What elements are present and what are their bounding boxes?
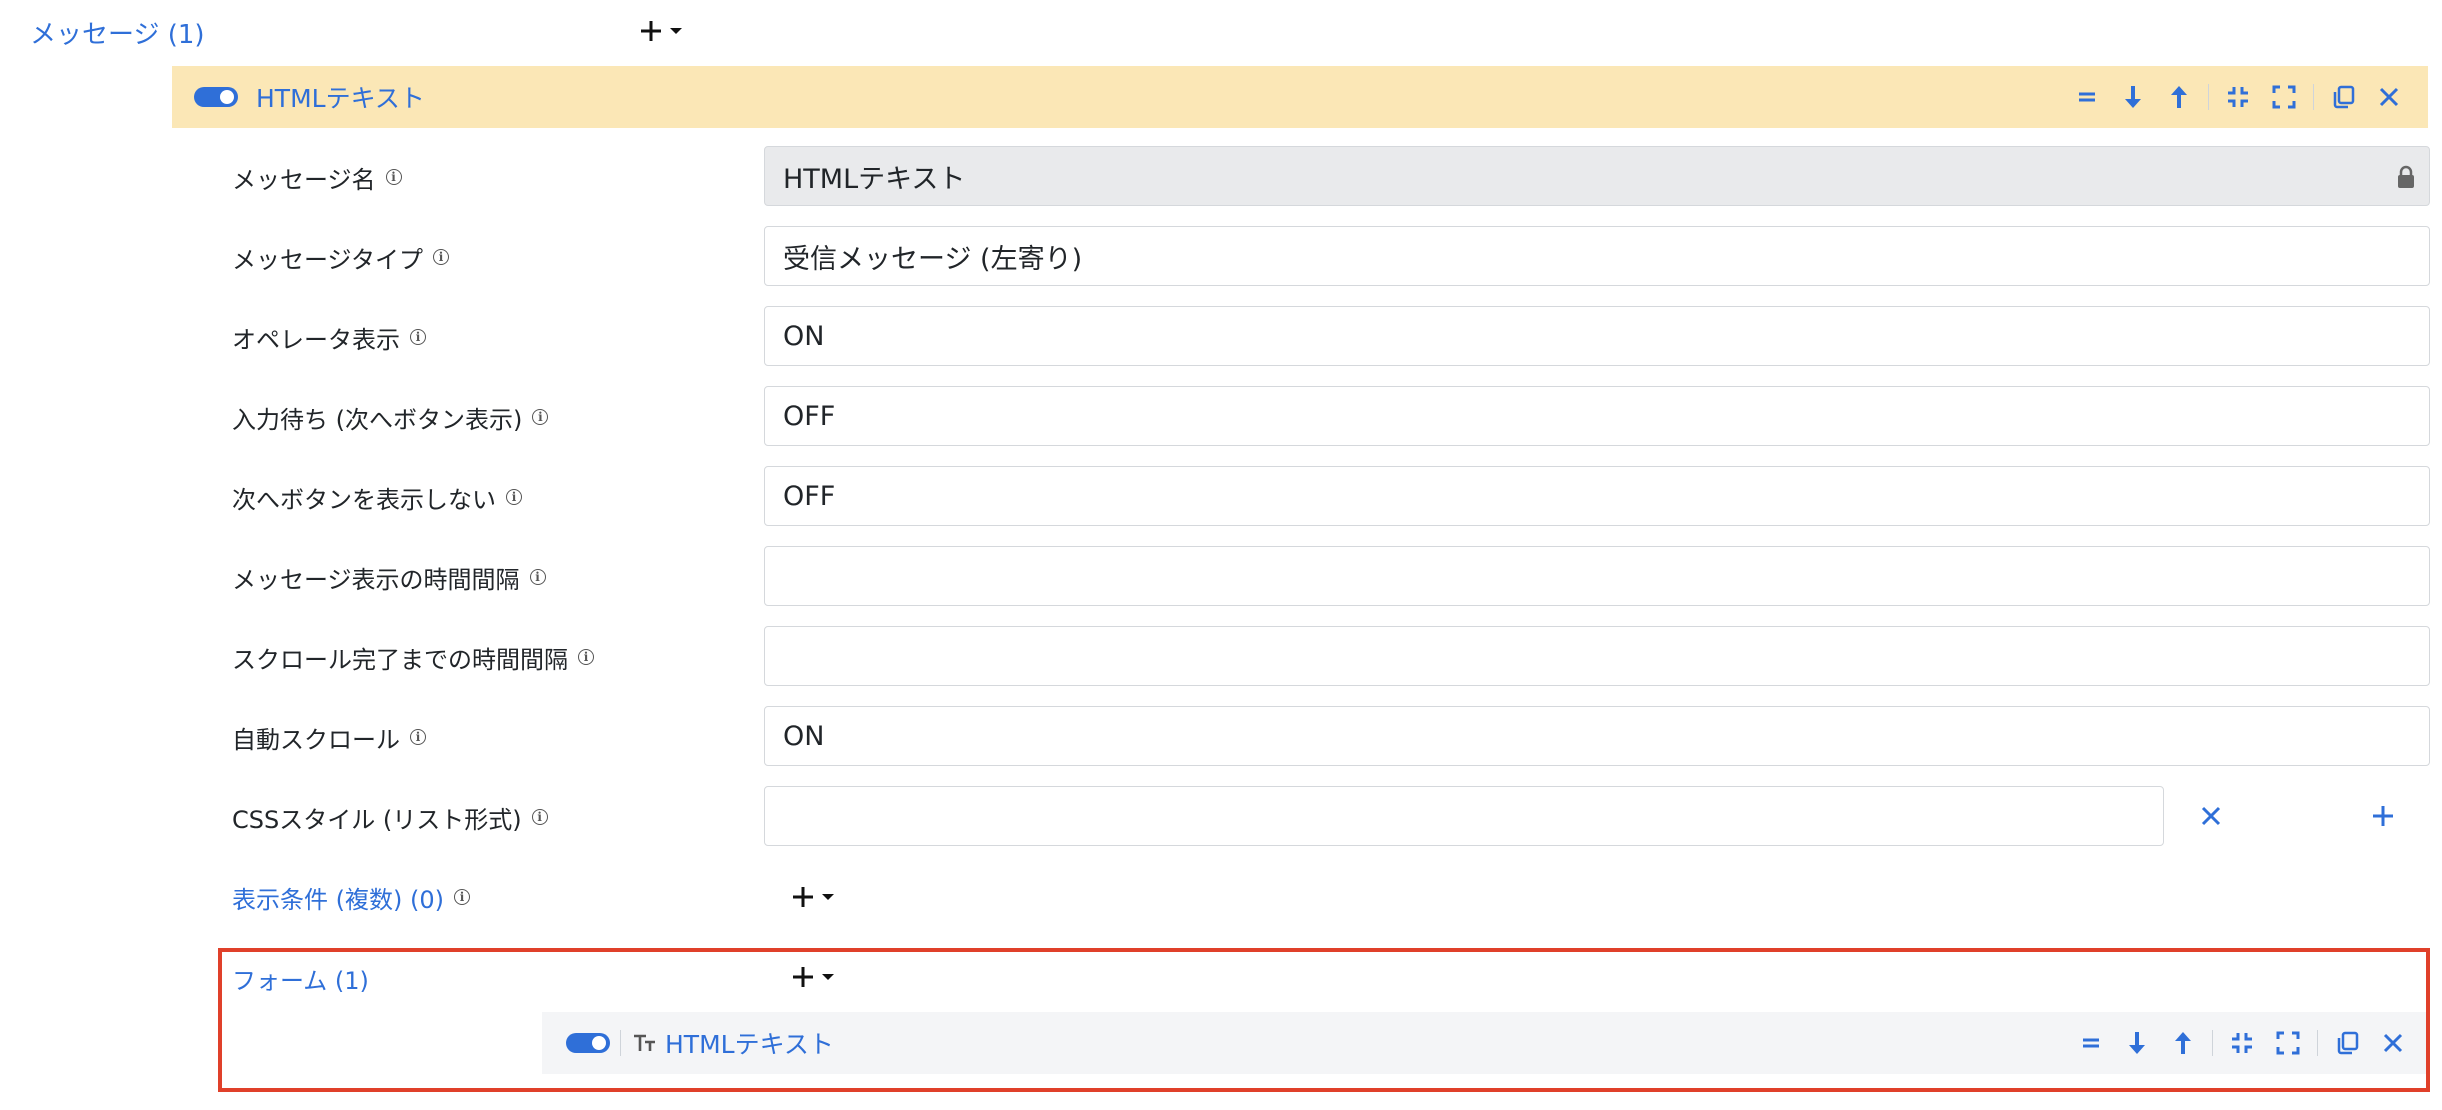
message-header-title[interactable]: HTMLテキスト bbox=[256, 79, 425, 115]
form-item-toggle[interactable] bbox=[566, 1033, 610, 1053]
form-section-label[interactable]: フォーム (1) bbox=[232, 948, 369, 1008]
info-icon[interactable]: i bbox=[453, 889, 470, 905]
equals-icon[interactable] bbox=[2064, 74, 2110, 120]
plus-icon bbox=[2373, 806, 2393, 826]
display-interval-field[interactable] bbox=[764, 546, 2430, 606]
toolbar-divider bbox=[2212, 1030, 2213, 1056]
plus-icon bbox=[793, 887, 813, 907]
add-form-dropdown[interactable] bbox=[790, 964, 836, 990]
plus-icon bbox=[793, 967, 813, 987]
arrow-down-icon[interactable] bbox=[2114, 1020, 2160, 1066]
close-icon[interactable] bbox=[2366, 74, 2412, 120]
plus-icon bbox=[641, 21, 661, 41]
arrow-up-icon[interactable] bbox=[2160, 1020, 2206, 1066]
lock-icon bbox=[2398, 165, 2414, 188]
field-label-wait-input: 入力待ち (次へボタン表示) i bbox=[232, 387, 549, 447]
toolbar-divider bbox=[2313, 84, 2314, 110]
field-label-css-style: CSSスタイル (リスト形式) i bbox=[232, 787, 548, 847]
message-name-field[interactable]: HTMLテキスト bbox=[764, 146, 2430, 206]
hide-next-button-field[interactable]: OFF bbox=[764, 466, 2430, 526]
info-icon[interactable]: i bbox=[433, 249, 450, 265]
info-icon[interactable]: i bbox=[578, 649, 594, 665]
text-format-icon bbox=[634, 1034, 655, 1051]
caret-down-icon bbox=[670, 28, 682, 34]
header-divider bbox=[620, 1030, 621, 1056]
scroll-interval-field[interactable] bbox=[764, 626, 2430, 686]
form-item-toolbar bbox=[2068, 1012, 2416, 1074]
operator-display-field[interactable]: ON bbox=[764, 306, 2430, 366]
close-icon[interactable] bbox=[2370, 1020, 2416, 1066]
toolbar-divider bbox=[2208, 84, 2209, 110]
wait-input-field[interactable]: OFF bbox=[764, 386, 2430, 446]
arrow-up-icon[interactable] bbox=[2156, 74, 2202, 120]
field-label-display-interval: メッセージ表示の時間間隔 i bbox=[232, 547, 546, 607]
messages-section-label[interactable]: メッセージ (1) bbox=[30, 14, 205, 51]
message-toolbar bbox=[2064, 66, 2412, 128]
message-header: HTMLテキスト bbox=[172, 66, 2428, 128]
copy-icon[interactable] bbox=[2320, 74, 2366, 120]
caret-down-icon bbox=[822, 974, 834, 980]
field-label-scroll-interval: スクロール完了までの時間間隔 i bbox=[232, 627, 594, 687]
collapse-icon[interactable] bbox=[2215, 74, 2261, 120]
info-icon[interactable]: i bbox=[529, 569, 546, 585]
info-icon[interactable]: i bbox=[410, 329, 426, 345]
field-label-hide-next-button: 次へボタンを表示しない i bbox=[232, 467, 522, 527]
info-icon[interactable]: i bbox=[410, 729, 426, 745]
info-icon[interactable]: i bbox=[506, 489, 522, 505]
css-add-button[interactable] bbox=[2360, 793, 2406, 839]
add-message-dropdown[interactable] bbox=[638, 18, 684, 44]
info-icon[interactable]: i bbox=[531, 809, 548, 825]
form-item-title[interactable]: HTMLテキスト bbox=[665, 1025, 834, 1061]
copy-icon[interactable] bbox=[2324, 1020, 2370, 1066]
info-icon[interactable]: i bbox=[532, 409, 549, 425]
equals-icon[interactable] bbox=[2068, 1020, 2114, 1066]
collapse-icon[interactable] bbox=[2219, 1020, 2265, 1066]
caret-down-icon bbox=[822, 894, 834, 900]
message-type-field[interactable]: 受信メッセージ (左寄り) bbox=[764, 226, 2430, 286]
css-style-field[interactable] bbox=[764, 786, 2164, 846]
info-icon[interactable]: i bbox=[385, 169, 402, 185]
add-condition-dropdown[interactable] bbox=[790, 884, 836, 910]
auto-scroll-field[interactable]: ON bbox=[764, 706, 2430, 766]
close-icon bbox=[2201, 806, 2221, 826]
form-item-header: HTMLテキスト bbox=[542, 1012, 2426, 1074]
toolbar-divider bbox=[2317, 1030, 2318, 1056]
css-remove-button[interactable] bbox=[2188, 793, 2234, 839]
arrow-down-icon[interactable] bbox=[2110, 74, 2156, 120]
field-label-auto-scroll: 自動スクロール i bbox=[232, 707, 426, 767]
field-label-operator-display: オペレータ表示 i bbox=[232, 307, 426, 367]
field-label-message-type: メッセージタイプ i bbox=[232, 227, 450, 287]
conditions-section-label[interactable]: 表示条件 (複数) (0) i bbox=[232, 867, 470, 927]
expand-icon[interactable] bbox=[2265, 1020, 2311, 1066]
enable-toggle[interactable] bbox=[194, 87, 238, 107]
expand-icon[interactable] bbox=[2261, 74, 2307, 120]
field-label-message-name: メッセージ名 i bbox=[232, 147, 402, 207]
